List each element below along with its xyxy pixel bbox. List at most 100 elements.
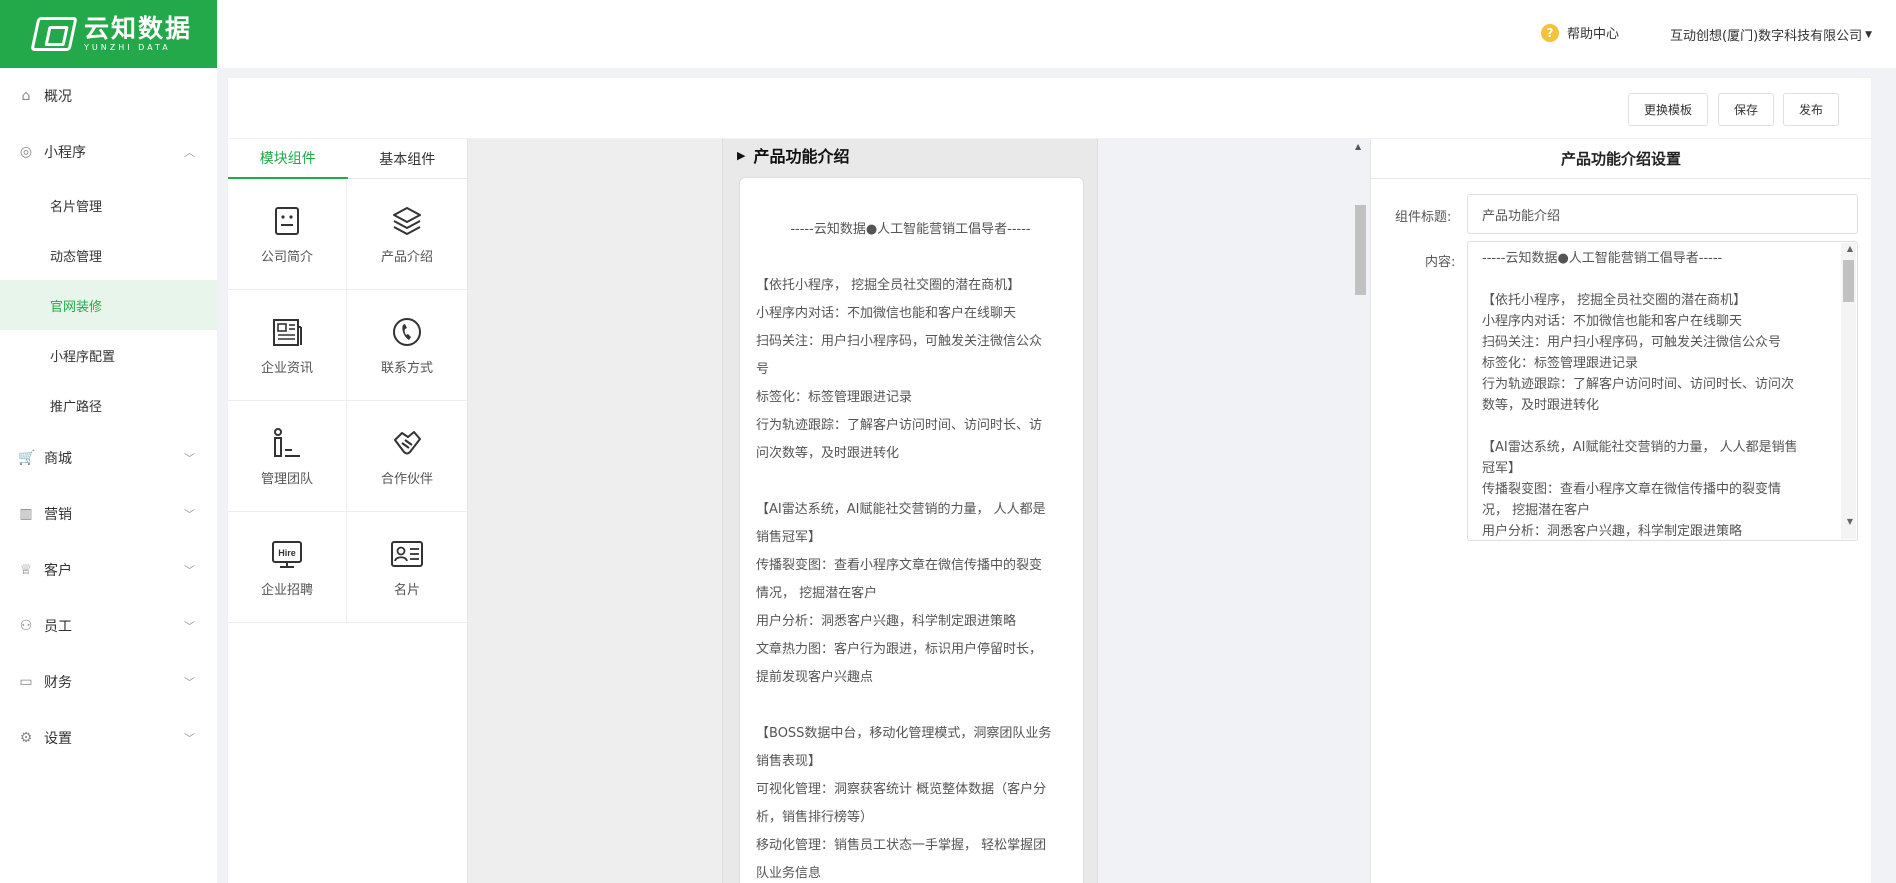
wallet-icon: ▭ [19,674,33,690]
component-label: 企业招聘 [260,582,313,598]
component-business-card[interactable]: 名片 [347,512,467,623]
component-recruitment[interactable]: Hire 企业招聘 [228,512,347,623]
component-label: 产品介绍 [380,249,433,265]
content-textarea[interactable]: ▲ ▼ -----云知数据●人工智能营销工倡导者----- 【依托小程序， 挖掘… [1467,241,1858,541]
content-text-line: 扫码关注：用户扫小程序码，可触发关注微信公众号 [1482,335,1782,350]
sidebar-item-label: 客户 [44,563,72,579]
sidebar-item-overview[interactable]: ⌂ 概况 [0,68,217,124]
component-panel: 模块组件 基本组件 公司简介 产品介绍 企业资讯 联系方式 管理团队 合作伙伴 … [228,139,468,883]
sidebar-item-mall[interactable]: 🛒 商城 ﹀ [0,430,217,486]
preview-section-title[interactable]: ▶ 产品功能介绍 [737,143,849,167]
preview-text-line: 移动化管理：销售员工状态一手掌握， 轻松掌握团 [756,838,1047,853]
brand-subtitle: YUNZHI DATA [84,43,171,52]
chevron-down-icon: ﹀ [184,508,195,521]
preview-text-line: 传播裂变图：查看小程序文章在微信传播中的裂变 [756,558,1043,573]
help-center-label: 帮助中心 [1567,27,1620,42]
chevron-down-icon: ﹀ [184,452,195,465]
brand-logo[interactable]: 云知数据 YUNZHI DATA [0,0,217,68]
handshake-icon [394,430,421,454]
content-text-line: 【AI雷达系统，AI赋能社交营销的力量， 人人都是销售 [1482,440,1798,455]
textarea-scrollbar-thumb[interactable] [1843,260,1854,302]
save-button[interactable]: 保存 [1718,93,1774,126]
component-partners[interactable]: 合作伙伴 [347,401,467,512]
preview-text-line: 号 [756,362,770,377]
component-label: 合作伙伴 [380,471,433,487]
company-icon [275,206,299,235]
content-text-line: 小程序内对话：不加微信也能和客户在线聊天 [1482,314,1743,329]
content-text-line: 传播裂变图：查看小程序文章在微信传播中的裂变情 [1482,482,1782,497]
card-icon [391,540,423,567]
editor-toolbar: 更换模板 保存 发布 [228,78,1871,138]
sidebar-item-miniprogram[interactable]: ◎ 小程序 ︿ [0,124,217,180]
publish-button[interactable]: 发布 [1783,93,1839,126]
gear-icon: ⚙ [19,730,33,746]
content-text-line: 【依托小程序， 挖掘全员社交圈的潜在商机】 [1482,293,1747,308]
sidebar-subitem-dynamics[interactable]: 动态管理 [0,230,217,280]
sidebar-item-customers[interactable]: ♕ 客户 ﹀ [0,542,217,598]
sidebar-subitem-website-decoration[interactable]: 官网装修 [0,280,217,330]
preview-content-card[interactable]: -----云知数据●人工智能营销工倡导者----- 【依托小程序， 挖掘全员社交… [739,177,1084,883]
component-label: 企业资讯 [260,360,313,376]
component-management-team[interactable]: 管理团队 [228,401,347,512]
component-title-input[interactable] [1467,194,1858,234]
content-label: 内容: [1425,255,1456,270]
sidebar-item-label: 营销 [44,507,72,523]
sidebar-item-label: 商城 [44,451,72,467]
content-text-line [1482,269,1827,290]
sidebar-subitem-card-management[interactable]: 名片管理 [0,180,217,230]
sidebar-item-finance[interactable]: ▭ 财务 ﹀ [0,654,217,710]
sidebar-subitem-promotion-path[interactable]: 推广路径 [0,380,217,430]
settings-title: 产品功能介绍设置 [1371,139,1871,179]
users-icon: ⚇ [19,618,33,634]
preview-text-line: 用户分析：洞悉客户兴趣，科学制定跟进策略 [756,614,1017,629]
content-text-line: 标签化：标签管理跟进记录 [1482,356,1639,371]
brand-name: 云知数据 [84,14,193,43]
sidebar-item-staff[interactable]: ⚇ 员工 ﹀ [0,598,217,654]
chevron-down-icon: ﹀ [184,620,195,633]
preview-text-line: 标签化：标签管理跟进记录 [756,390,913,405]
sidebar-subitem-miniprogram-config[interactable]: 小程序配置 [0,330,217,380]
preview-text-line: 小程序内对话：不加微信也能和客户在线聊天 [756,306,1017,321]
sidebar-item-label: 概况 [44,89,72,105]
preview-text-line: 情况， 挖掘潜在客户 [756,586,878,601]
preview-text-line: 【依托小程序， 挖掘全员社交圈的潜在商机】 [756,278,1021,293]
component-title-label: 组件标题: [1395,210,1452,225]
content-text-line: 行为轨迹跟踪：了解客户访问时间、访问时长、访问次 [1482,377,1795,392]
preview-text-line: 可视化管理：洞察获客统计 概览整体数据（客户分 [756,782,1047,797]
chevron-down-icon: ﹀ [184,564,195,577]
sidebar-item-label: 设置 [44,731,72,747]
chart-icon: ▥ [19,506,33,522]
component-product-intro[interactable]: 产品介绍 [347,179,467,290]
svg-text:Hire: Hire [278,548,296,558]
scroll-up-icon[interactable]: ▲ [1847,244,1853,253]
change-template-button[interactable]: 更换模板 [1628,93,1708,126]
tab-module-components[interactable]: 模块组件 [228,139,348,179]
preview-scrollbar[interactable] [1355,205,1366,295]
sidebar-item-settings[interactable]: ⚙ 设置 ﹀ [0,710,217,766]
hire-icon: Hire [272,540,302,568]
preview-text-line: 【AI雷达系统，AI赋能社交营销的力量， 人人都是 [756,502,1046,517]
scroll-up-icon[interactable]: ▲ [1355,142,1361,151]
preview-text-line [756,692,1065,720]
compass-icon: ◎ [19,144,33,160]
sidebar-item-label: 财务 [44,675,72,691]
component-contact[interactable]: 联系方式 [347,290,467,401]
content-text-line: 数等，及时跟进转化 [1482,398,1600,413]
component-enterprise-news[interactable]: 企业资讯 [228,290,347,401]
preview-text-line: 提前发现客户兴趣点 [756,670,874,685]
preview-text-line: 【BOSS数据中台，移动化管理模式，洞察团队业务 [756,726,1052,741]
preview-text-line: 问次数等，及时跟进转化 [756,446,900,461]
scroll-down-icon[interactable]: ▼ [1847,517,1853,526]
content-text-line: 用户分析：洞悉客户兴趣，科学制定跟进策略 [1482,524,1743,539]
preview-text-line: 扫码关注：用户扫小程序码，可触发关注微信公众 [756,334,1043,349]
sidebar-item-marketing[interactable]: ▥ 营销 ﹀ [0,486,217,542]
content-text-line [1482,416,1827,437]
preview-text-line: 销售表现】 [756,754,822,769]
help-center-link[interactable]: ? 帮助中心 [1541,23,1619,42]
tab-basic-components[interactable]: 基本组件 [348,139,468,179]
company-switcher[interactable]: 互动创想(厦门)数字科技有限公司 ▼ [1670,25,1872,44]
preview-title-text: 产品功能介绍 [753,147,850,166]
component-company-intro[interactable]: 公司简介 [228,179,347,290]
preview-canvas: ▶ 产品功能介绍 -----云知数据●人工智能营销工倡导者----- 【依托小程… [468,139,1098,883]
content-text-line: 冠军】 [1482,461,1522,476]
